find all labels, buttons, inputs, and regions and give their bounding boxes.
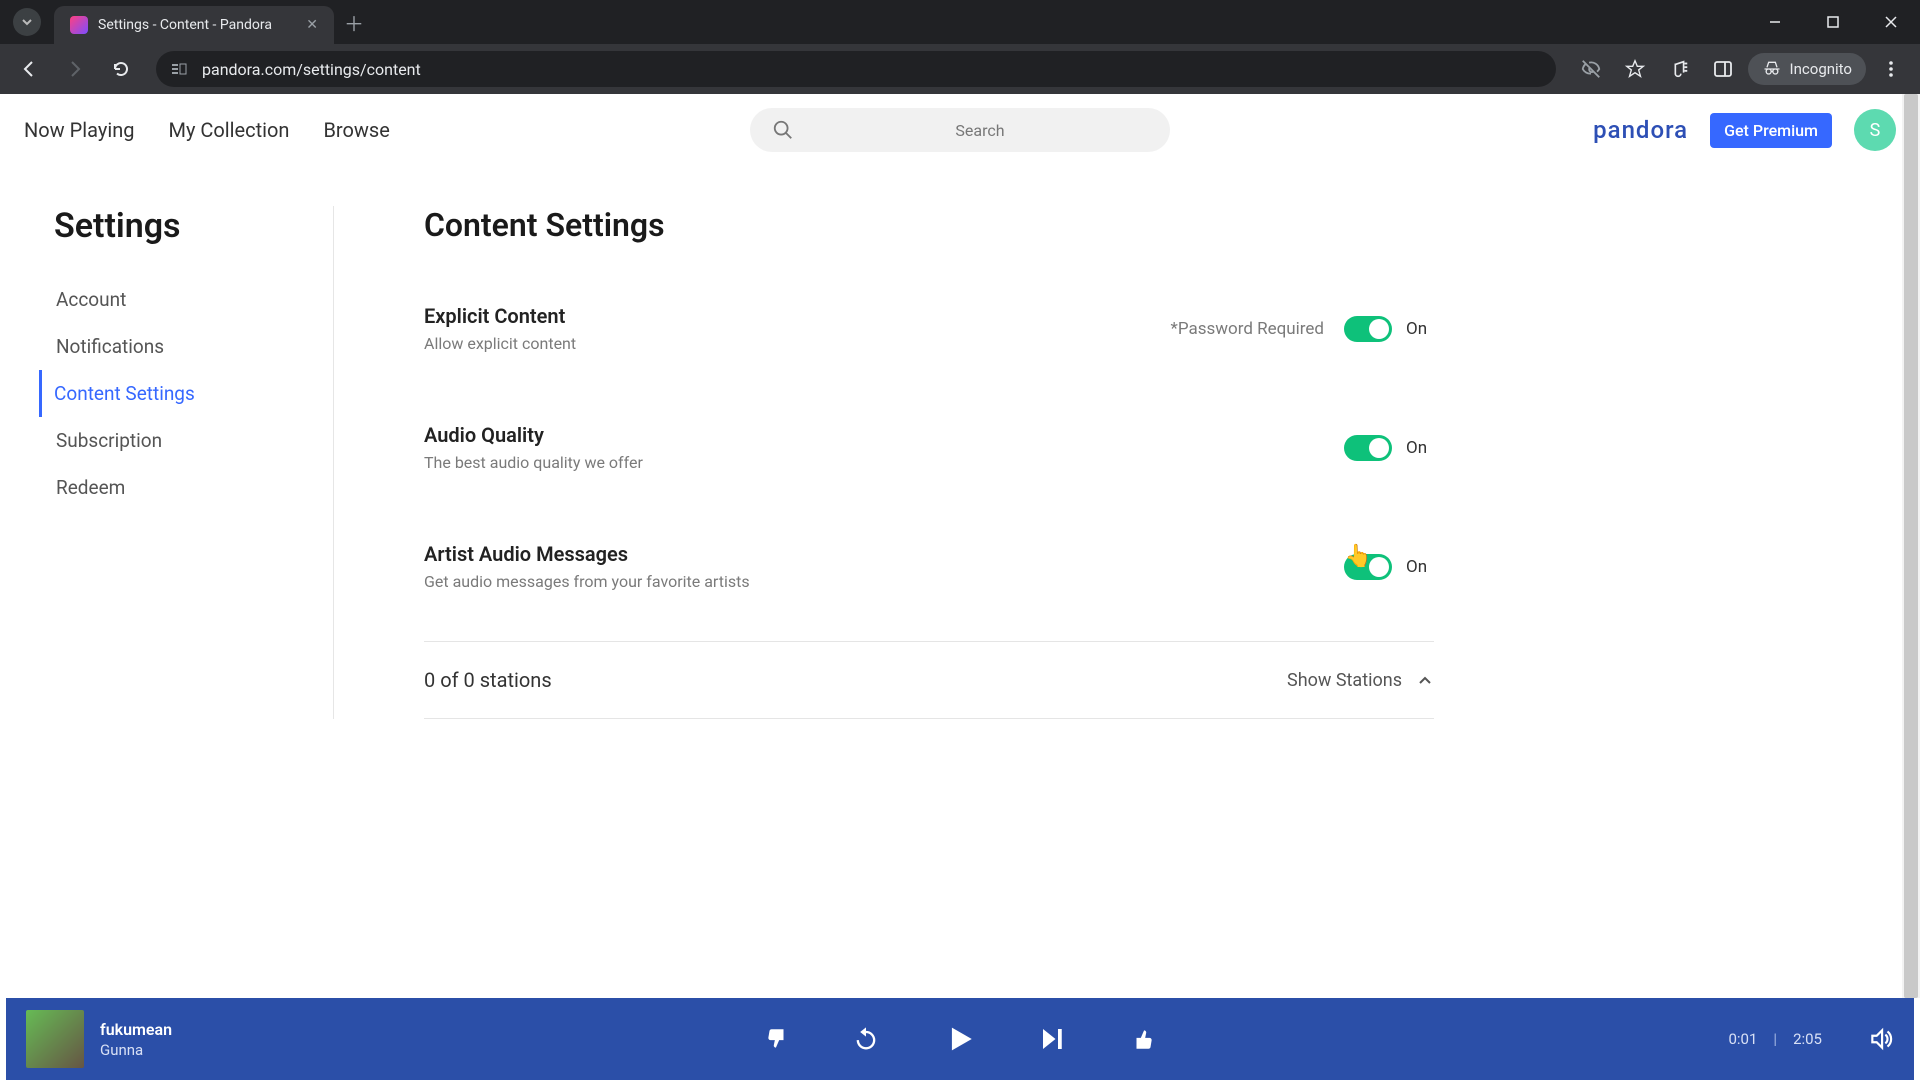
toggle-state: On	[1406, 319, 1434, 339]
sidebar-title: Settings	[54, 206, 313, 246]
password-required-note: *Password Required	[1171, 319, 1325, 339]
maximize-button[interactable]	[1804, 0, 1862, 44]
time-elapsed: 0:01	[1728, 1030, 1757, 1048]
site-info-icon[interactable]	[170, 60, 188, 78]
browser-titlebar: Settings - Content - Pandora ✕ ＋	[0, 0, 1920, 44]
setting-desc: Get audio messages from your favorite ar…	[424, 572, 1344, 591]
new-tab-button[interactable]: ＋	[334, 0, 374, 44]
tab-search-button[interactable]	[0, 0, 54, 44]
settings-sidebar: Settings Account Notifications Content S…	[54, 206, 334, 719]
toggle-artist-audio-messages[interactable]	[1344, 554, 1392, 580]
avatar[interactable]: S	[1854, 109, 1896, 151]
nav-browse[interactable]: Browse	[323, 118, 389, 142]
pandora-logo[interactable]: pandora	[1593, 116, 1688, 144]
play-button[interactable]	[942, 1022, 976, 1056]
address-bar[interactable]: pandora.com/settings/content	[156, 51, 1556, 87]
sidebar-item-notifications[interactable]: Notifications	[54, 323, 313, 370]
side-panel-icon[interactable]	[1704, 50, 1742, 88]
bookmark-star-icon[interactable]	[1616, 50, 1654, 88]
reload-button[interactable]	[102, 50, 140, 88]
search-icon	[772, 119, 794, 141]
time-duration: 2:05	[1793, 1030, 1822, 1048]
nav-now-playing[interactable]: Now Playing	[24, 118, 134, 142]
browser-toolbar: pandora.com/settings/content Incognito	[0, 44, 1920, 94]
pandora-app: Now Playing My Collection Browse Search …	[0, 94, 1920, 1080]
time-area: 0:01 | 2:05	[1728, 1026, 1894, 1052]
setting-title: Audio Quality	[424, 423, 1344, 447]
skip-button[interactable]	[1038, 1024, 1068, 1054]
main-content: Content Settings Explicit Content Allow …	[334, 206, 1514, 719]
toggle-explicit-content[interactable]	[1344, 316, 1392, 342]
stations-row: 0 of 0 stations Show Stations	[424, 642, 1434, 718]
sidebar-item-account[interactable]: Account	[54, 276, 313, 323]
album-art[interactable]	[26, 1010, 84, 1068]
scrollbar[interactable]	[1902, 94, 1920, 998]
search-placeholder: Search	[812, 121, 1148, 140]
sidebar-item-content-settings[interactable]: Content Settings	[39, 370, 313, 417]
thumbs-down-button[interactable]	[764, 1026, 790, 1052]
track-title: fukumean	[100, 1020, 172, 1039]
toggle-state: On	[1406, 438, 1434, 458]
eye-off-icon[interactable]	[1572, 50, 1610, 88]
forward-button[interactable]	[56, 50, 94, 88]
search-input[interactable]: Search	[750, 108, 1170, 152]
setting-audio-quality: Audio Quality The best audio quality we …	[424, 403, 1434, 522]
chevron-up-icon	[1416, 671, 1434, 689]
chevron-down-icon	[21, 16, 33, 28]
close-window-button[interactable]	[1862, 0, 1920, 44]
top-nav: Now Playing My Collection Browse Search …	[0, 94, 1920, 166]
show-stations-toggle[interactable]: Show Stations	[1287, 670, 1434, 691]
thumbs-up-button[interactable]	[1130, 1026, 1156, 1052]
url-text: pandora.com/settings/content	[202, 60, 421, 79]
player-controls	[764, 1022, 1156, 1056]
setting-desc: Allow explicit content	[424, 334, 1171, 353]
replay-button[interactable]	[852, 1025, 880, 1053]
track-artist: Gunna	[100, 1041, 172, 1059]
setting-artist-audio-messages: Artist Audio Messages Get audio messages…	[424, 522, 1434, 641]
track-info[interactable]: fukumean Gunna	[100, 1020, 172, 1059]
sidebar-item-redeem[interactable]: Redeem	[54, 464, 313, 511]
show-stations-label: Show Stations	[1287, 670, 1402, 691]
setting-desc: The best audio quality we offer	[424, 453, 1344, 472]
window-controls	[1746, 0, 1920, 44]
time-separator: |	[1773, 1030, 1777, 1048]
stations-count: 0 of 0 stations	[424, 668, 1287, 692]
divider	[424, 718, 1434, 719]
setting-title: Explicit Content	[424, 304, 1171, 328]
nav-my-collection[interactable]: My Collection	[168, 118, 289, 142]
page-title: Content Settings	[424, 206, 1434, 244]
player-bar: fukumean Gunna 0:01 | 2:05	[6, 998, 1914, 1080]
toggle-audio-quality[interactable]	[1344, 435, 1392, 461]
sidebar-item-subscription[interactable]: Subscription	[54, 417, 313, 464]
back-button[interactable]	[10, 50, 48, 88]
incognito-label: Incognito	[1790, 60, 1852, 78]
minimize-button[interactable]	[1746, 0, 1804, 44]
close-tab-button[interactable]: ✕	[306, 17, 318, 33]
pandora-favicon	[70, 16, 88, 34]
get-premium-button[interactable]: Get Premium	[1710, 113, 1832, 148]
volume-button[interactable]	[1868, 1026, 1894, 1052]
setting-explicit-content: Explicit Content Allow explicit content …	[424, 284, 1434, 403]
tab-title: Settings - Content - Pandora	[98, 17, 296, 33]
browser-tab[interactable]: Settings - Content - Pandora ✕	[54, 6, 334, 44]
incognito-chip[interactable]: Incognito	[1748, 53, 1866, 85]
setting-title: Artist Audio Messages	[424, 542, 1344, 566]
incognito-icon	[1762, 59, 1782, 79]
media-control-icon[interactable]	[1660, 50, 1698, 88]
toggle-state: On	[1406, 557, 1434, 577]
browser-menu-button[interactable]	[1872, 50, 1910, 88]
